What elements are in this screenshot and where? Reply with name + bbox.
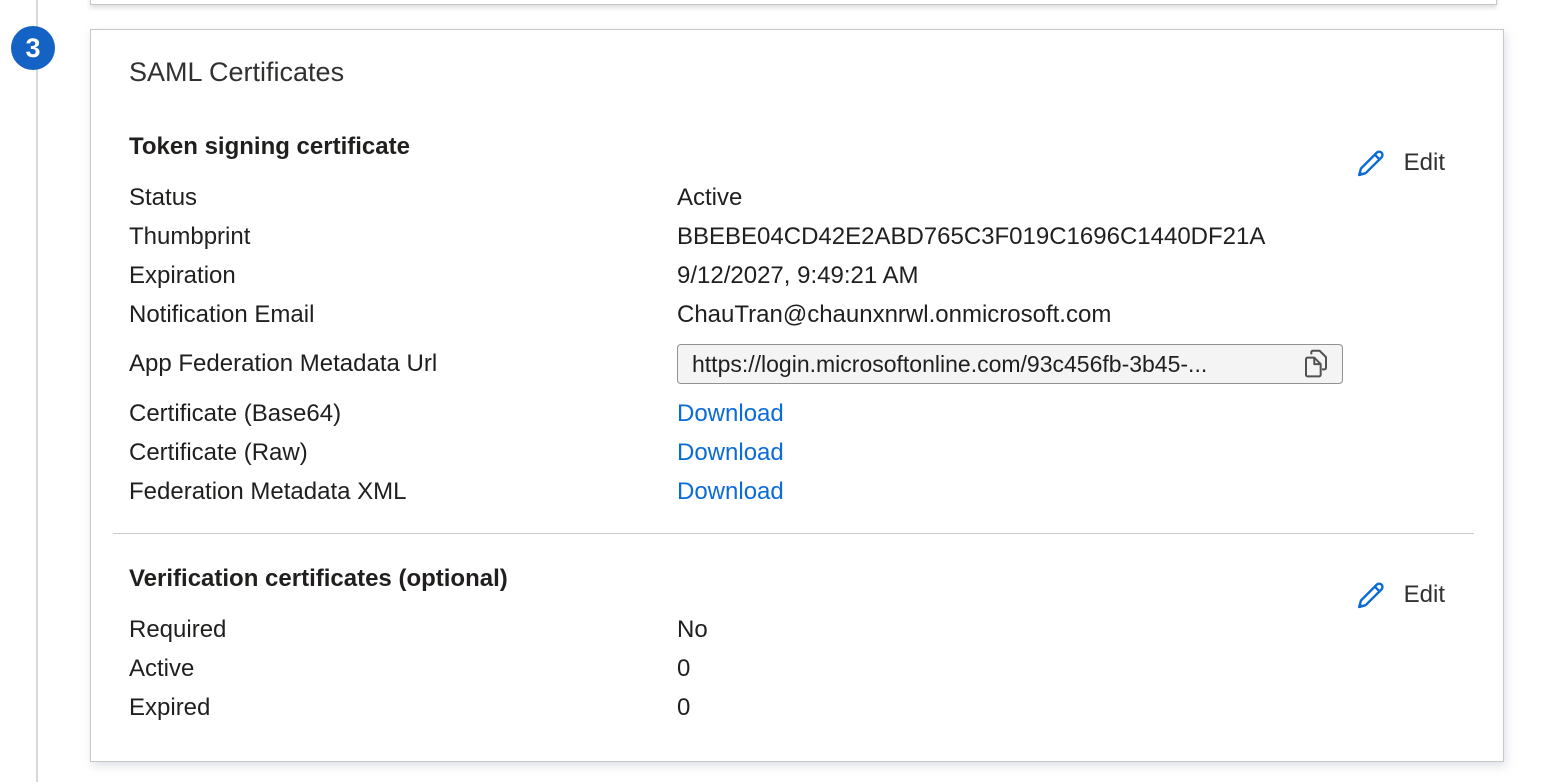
- expiration-row: Expiration 9/12/2027, 9:49:21 AM: [129, 256, 1465, 295]
- card-content: SAML Certificates Token signing certific…: [91, 30, 1503, 727]
- verification-certificates-section: Verification certificates (optional) Edi…: [129, 564, 1465, 727]
- token-signing-certificate-section: Token signing certificate Edit Status Ac…: [129, 132, 1465, 511]
- thumbprint-row: Thumbprint BBEBE04CD42E2ABD765C3F019C169…: [129, 217, 1465, 256]
- token-signing-heading: Token signing certificate: [129, 132, 1465, 162]
- thumbprint-label: Thumbprint: [129, 223, 677, 251]
- card-title: SAML Certificates: [129, 56, 1465, 88]
- previous-section-card-edge: [90, 0, 1497, 5]
- required-row: Required No: [129, 610, 1465, 649]
- expiration-value: 9/12/2027, 9:49:21 AM: [677, 262, 919, 290]
- active-label: Active: [129, 655, 677, 683]
- status-row: Status Active: [129, 178, 1465, 217]
- edit-token-signing-button[interactable]: Edit: [1353, 146, 1445, 180]
- federation-metadata-xml-label: Federation Metadata XML: [129, 478, 677, 506]
- metadata-url-text: https://login.microsoftonline.com/93c456…: [692, 351, 1207, 378]
- status-label: Status: [129, 184, 677, 212]
- section-divider: [113, 533, 1474, 534]
- certificate-base64-label: Certificate (Base64): [129, 400, 677, 428]
- expired-label: Expired: [129, 694, 677, 722]
- download-certificate-base64-link[interactable]: Download: [677, 400, 784, 428]
- step-3-badge: 3: [11, 26, 55, 70]
- active-row: Active 0: [129, 649, 1465, 688]
- token-signing-rows: Status Active Thumbprint BBEBE04CD42E2AB…: [129, 178, 1465, 511]
- notification-email-value: ChauTran@chaunxnrwl.onmicrosoft.com: [677, 301, 1111, 329]
- expiration-label: Expiration: [129, 262, 677, 290]
- app-federation-metadata-url-label: App Federation Metadata Url: [129, 350, 677, 378]
- certificate-raw-row: Certificate (Raw) Download: [129, 433, 1465, 472]
- expired-row: Expired 0: [129, 688, 1465, 727]
- app-federation-metadata-url-field[interactable]: https://login.microsoftonline.com/93c456…: [677, 344, 1343, 384]
- copy-icon: [1300, 347, 1332, 382]
- status-value: Active: [677, 184, 742, 212]
- edit-verification-certificates-button[interactable]: Edit: [1353, 578, 1445, 612]
- verification-rows: Required No Active 0 Expired 0: [129, 610, 1465, 727]
- active-value: 0: [677, 655, 690, 683]
- download-certificate-raw-link[interactable]: Download: [677, 439, 784, 467]
- edit-button-label: Edit: [1404, 149, 1445, 177]
- download-federation-metadata-xml-link[interactable]: Download: [677, 478, 784, 506]
- required-value: No: [677, 616, 708, 644]
- step-timeline-line: [36, 0, 38, 782]
- expired-value: 0: [677, 694, 690, 722]
- verification-certificates-heading: Verification certificates (optional): [129, 564, 1465, 594]
- edit-button-label: Edit: [1404, 581, 1445, 609]
- copy-url-button[interactable]: [1298, 345, 1334, 384]
- notification-email-label: Notification Email: [129, 301, 677, 329]
- edit-pencil-icon: [1353, 578, 1387, 612]
- notification-email-row: Notification Email ChauTran@chaunxnrwl.o…: [129, 295, 1465, 334]
- certificate-base64-row: Certificate (Base64) Download: [129, 394, 1465, 433]
- saml-certificates-card: SAML Certificates Token signing certific…: [90, 29, 1504, 762]
- required-label: Required: [129, 616, 677, 644]
- edit-pencil-icon: [1353, 146, 1387, 180]
- app-federation-metadata-url-row: App Federation Metadata Url https://logi…: [129, 334, 1465, 394]
- thumbprint-value: BBEBE04CD42E2ABD765C3F019C1696C1440DF21A: [677, 223, 1265, 251]
- federation-metadata-xml-row: Federation Metadata XML Download: [129, 472, 1465, 511]
- certificate-raw-label: Certificate (Raw): [129, 439, 677, 467]
